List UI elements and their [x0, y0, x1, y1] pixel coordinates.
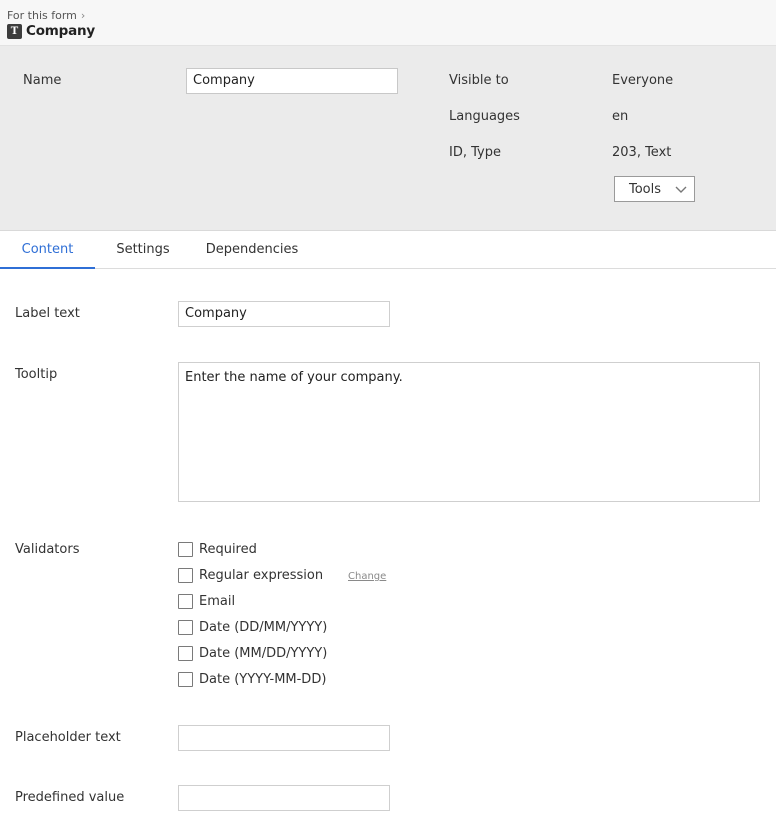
id-type-value: 203, Text	[612, 145, 672, 160]
predefined-value-label: Predefined value	[15, 790, 125, 805]
validator-label: Date (MM/DD/YYYY)	[199, 645, 328, 661]
date-dmy-checkbox[interactable]	[178, 619, 193, 635]
page-header: For this form › T Company	[0, 0, 776, 46]
validator-label: Regular expression	[199, 567, 324, 583]
date-ymd-checkbox[interactable]	[178, 671, 193, 687]
validator-regex[interactable]: Regular expression	[178, 567, 323, 583]
title-row: T Company	[7, 23, 95, 39]
id-type-label: ID, Type	[449, 145, 501, 160]
placeholder-text-label: Placeholder text	[15, 730, 121, 745]
validator-email[interactable]: Email	[178, 593, 235, 609]
tooltip-label: Tooltip	[15, 367, 58, 382]
validator-date-mdy[interactable]: Date (MM/DD/YYYY)	[178, 645, 327, 661]
languages-label: Languages	[449, 109, 520, 124]
page-title: Company	[26, 23, 96, 39]
validator-label: Date (DD/MM/YYYY)	[199, 619, 328, 635]
placeholder-text-input[interactable]	[178, 725, 390, 751]
chevron-right-icon: ›	[80, 9, 86, 22]
validator-label: Required	[199, 541, 257, 557]
label-text-label: Label text	[15, 306, 80, 321]
validators-label: Validators	[15, 542, 80, 557]
text-type-icon: T	[7, 23, 22, 39]
tools-dropdown[interactable]: Tools	[614, 176, 695, 202]
breadcrumb[interactable]: For this form ›	[7, 9, 85, 22]
email-checkbox[interactable]	[178, 593, 193, 609]
visible-to-label: Visible to	[449, 73, 509, 88]
validator-date-ymd[interactable]: Date (YYYY-MM-DD)	[178, 671, 326, 687]
tab-bar: Content Settings Dependencies	[0, 231, 776, 269]
predefined-value-input[interactable]	[178, 785, 390, 811]
name-label: Name	[23, 73, 62, 88]
required-checkbox[interactable]	[178, 541, 193, 557]
tools-label: Tools	[629, 181, 662, 197]
breadcrumb-label[interactable]: For this form	[7, 9, 77, 22]
visible-to-value: Everyone	[612, 73, 674, 88]
validator-required[interactable]: Required	[178, 541, 257, 557]
languages-value: en	[612, 109, 629, 124]
properties-panel: Name Company Visible to Everyone Languag…	[0, 46, 776, 231]
regex-checkbox[interactable]	[178, 567, 193, 583]
tab-content[interactable]: Content	[0, 231, 95, 269]
tab-dependencies[interactable]: Dependencies	[198, 231, 306, 268]
name-input[interactable]: Company	[186, 68, 398, 94]
date-mdy-checkbox[interactable]	[178, 645, 193, 661]
chevron-down-icon	[675, 186, 687, 193]
validator-date-dmy[interactable]: Date (DD/MM/YYYY)	[178, 619, 327, 635]
validator-label: Email	[199, 593, 236, 609]
tooltip-textarea[interactable]: Enter the name of your company.	[178, 362, 760, 502]
label-text-input[interactable]: Company	[178, 301, 390, 327]
change-regex-link[interactable]: Change	[348, 571, 386, 582]
validator-label: Date (YYYY-MM-DD)	[199, 671, 327, 687]
tab-settings[interactable]: Settings	[104, 231, 182, 268]
